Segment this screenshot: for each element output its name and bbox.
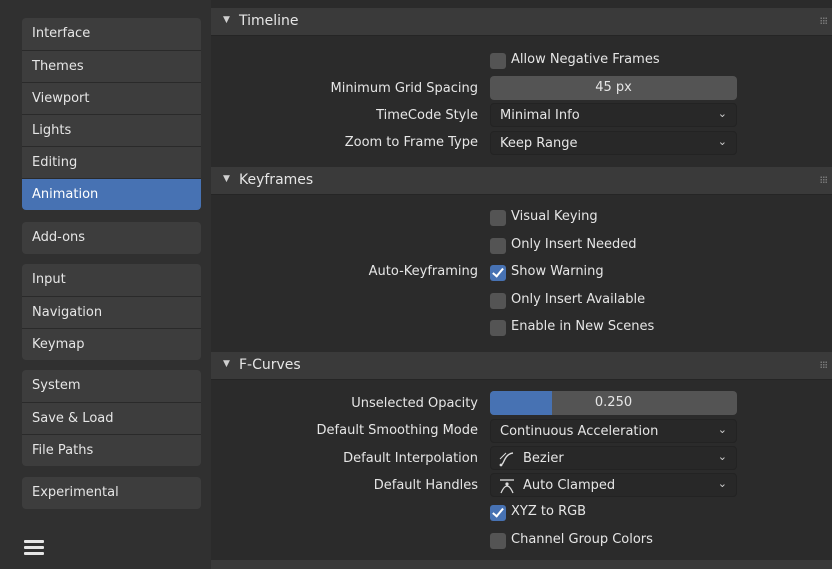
bezier-curve-icon <box>499 452 514 467</box>
nav-group-experimental: Experimental <box>22 477 201 509</box>
chevron-down-icon: ⌄ <box>717 450 727 463</box>
nav-item-file-paths[interactable]: File Paths <box>22 434 201 466</box>
nav-item-experimental[interactable]: Experimental <box>22 477 201 509</box>
nav-item-keymap[interactable]: Keymap <box>22 328 201 360</box>
unselected-opacity-label: Unselected Opacity <box>351 396 478 411</box>
next-panel-header <box>211 560 832 569</box>
nav-item-addons[interactable]: Add-ons <box>22 222 201 254</box>
chevron-down-icon: ⌄ <box>717 107 727 120</box>
drag-grip-icon[interactable] <box>820 17 828 25</box>
preferences-main: ▼ Timeline Allow Negative Frames Minimum… <box>211 0 832 569</box>
zoom-to-frame-label: Zoom to Frame Type <box>344 135 478 150</box>
nav-item-save-load[interactable]: Save & Load <box>22 402 201 434</box>
default-handles-label: Default Handles <box>373 478 478 493</box>
checkbox-icon[interactable] <box>490 238 506 254</box>
chevron-down-icon: ⌄ <box>717 135 727 148</box>
drag-grip-icon[interactable] <box>820 176 828 184</box>
checkbox-label: Show Warning <box>511 264 604 279</box>
fcurves-panel-header[interactable]: ▼ F-Curves <box>211 352 832 380</box>
nav-item-system[interactable]: System <box>22 370 201 402</box>
default-smoothing-label: Default Smoothing Mode <box>316 423 478 438</box>
dropdown-value: Minimal Info <box>500 108 580 123</box>
nav-group-addons: Add-ons <box>22 222 201 254</box>
nav-item-input[interactable]: Input <box>22 264 201 296</box>
default-smoothing-dropdown[interactable]: Continuous Acceleration ⌄ <box>490 419 737 443</box>
nav-item-viewport[interactable]: Viewport <box>22 82 201 114</box>
nav-item-themes[interactable]: Themes <box>22 50 201 82</box>
nav-item-editing[interactable]: Editing <box>22 146 201 178</box>
keyframes-panel-header[interactable]: ▼ Keyframes <box>211 167 832 195</box>
dropdown-value: Continuous Acceleration <box>500 424 659 439</box>
field-value: 45 px <box>595 80 632 95</box>
nav-item-lights[interactable]: Lights <box>22 114 201 146</box>
default-interpolation-dropdown[interactable]: Bezier ⌄ <box>490 446 737 470</box>
dropdown-value: Auto Clamped <box>523 478 616 493</box>
checkbox-checked-icon[interactable] <box>490 265 506 281</box>
nav-item-animation[interactable]: Animation <box>22 178 201 210</box>
min-grid-spacing-label: Minimum Grid Spacing <box>330 81 478 96</box>
checkbox-label: Visual Keying <box>511 209 598 224</box>
preferences-sidebar: Interface Themes Viewport Lights Editing… <box>0 0 211 569</box>
slider-value: 0.250 <box>594 395 633 410</box>
checkbox-label: Enable in New Scenes <box>511 319 655 334</box>
collapse-arrow-icon: ▼ <box>223 359 230 369</box>
nav-group-general: Interface Themes Viewport Lights Editing… <box>22 18 201 210</box>
nav-group-input: Input Navigation Keymap <box>22 264 201 360</box>
chevron-down-icon: ⌄ <box>717 423 727 436</box>
panel-title: Timeline <box>239 13 299 29</box>
timecode-style-dropdown[interactable]: Minimal Info ⌄ <box>490 103 737 127</box>
panel-title: F-Curves <box>239 357 301 373</box>
collapse-arrow-icon: ▼ <box>223 174 230 184</box>
min-grid-spacing-field[interactable]: 45 px <box>490 76 737 100</box>
nav-item-interface[interactable]: Interface <box>22 18 201 50</box>
chevron-down-icon: ⌄ <box>717 477 727 490</box>
dropdown-value: Keep Range <box>500 136 578 151</box>
nav-group-system: System Save & Load File Paths <box>22 370 201 466</box>
panel-title: Keyframes <box>239 172 314 188</box>
handle-auto-clamped-icon <box>500 479 514 494</box>
checkbox-label: Only Insert Available <box>511 292 646 307</box>
checkbox-label: Allow Negative Frames <box>511 52 660 67</box>
checkbox-label: Only Insert Needed <box>511 237 637 252</box>
collapse-arrow-icon: ▼ <box>223 15 230 25</box>
checkbox-icon[interactable] <box>490 533 506 549</box>
auto-keyframing-label: Auto-Keyframing <box>368 264 478 279</box>
default-interpolation-label: Default Interpolation <box>343 451 478 466</box>
timecode-style-label: TimeCode Style <box>376 108 478 123</box>
checkbox-icon[interactable] <box>490 210 506 226</box>
unselected-opacity-slider[interactable]: 0.250 <box>490 391 737 415</box>
zoom-to-frame-dropdown[interactable]: Keep Range ⌄ <box>490 131 737 155</box>
checkbox-icon[interactable] <box>490 320 506 336</box>
checkbox-icon[interactable] <box>490 293 506 309</box>
nav-item-navigation[interactable]: Navigation <box>22 296 201 328</box>
checkbox-icon[interactable] <box>490 53 506 69</box>
drag-grip-icon[interactable] <box>820 361 828 369</box>
dropdown-value: Bezier <box>523 451 564 466</box>
timeline-panel-header[interactable]: ▼ Timeline <box>211 8 832 36</box>
hamburger-menu-icon[interactable] <box>24 540 44 558</box>
checkbox-label: Channel Group Colors <box>511 532 653 547</box>
checkbox-label: XYZ to RGB <box>511 504 587 519</box>
checkbox-checked-icon[interactable] <box>490 505 506 521</box>
default-handles-dropdown[interactable]: Auto Clamped ⌄ <box>490 473 737 497</box>
